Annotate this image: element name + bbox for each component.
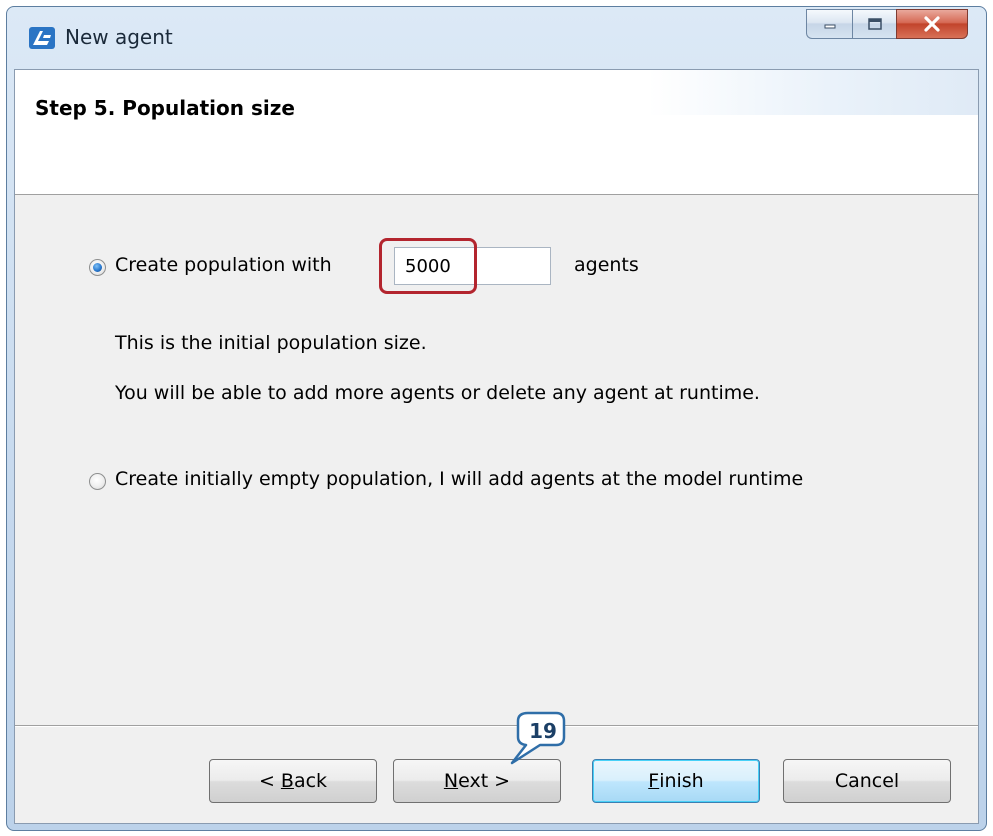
title-bar[interactable]: New agent bbox=[7, 7, 986, 69]
close-button[interactable] bbox=[896, 9, 968, 39]
close-icon bbox=[924, 16, 940, 32]
wizard-header: Step 5. Population size bbox=[15, 70, 978, 195]
create-population-label[interactable]: Create population with bbox=[115, 254, 332, 276]
minimize-icon bbox=[824, 24, 835, 29]
back-button[interactable]: < Back bbox=[209, 759, 377, 803]
next-button[interactable]: Next > bbox=[393, 759, 561, 803]
footer-separator bbox=[15, 725, 978, 727]
anylogic-app-icon bbox=[29, 27, 55, 49]
back-button-mnemonic: B bbox=[280, 770, 294, 792]
empty-population-label[interactable]: Create initially empty population, I wil… bbox=[115, 468, 803, 490]
initial-population-note: This is the initial population size. bbox=[115, 332, 427, 354]
radio-empty-population[interactable] bbox=[89, 473, 106, 490]
agents-suffix-label: agents bbox=[574, 254, 639, 276]
dialog-window: New agent Step 5. Population size Create… bbox=[6, 6, 987, 831]
header-decoration bbox=[648, 70, 978, 115]
finish-button[interactable]: Finish bbox=[592, 759, 760, 803]
finish-button-mnemonic: F bbox=[648, 770, 660, 792]
step-callout-number: 19 bbox=[529, 719, 557, 743]
next-button-rest: ext > bbox=[458, 770, 511, 792]
step-title: Step 5. Population size bbox=[35, 96, 295, 120]
radio-create-population[interactable] bbox=[89, 259, 106, 276]
caption-buttons bbox=[806, 9, 968, 39]
maximize-button[interactable] bbox=[852, 9, 896, 39]
window-title: New agent bbox=[65, 25, 173, 49]
runtime-note: You will be able to add more agents or d… bbox=[115, 382, 760, 404]
back-button-rest: ack bbox=[293, 770, 328, 792]
finish-button-rest: inish bbox=[659, 770, 704, 792]
back-button-prefix: < bbox=[258, 770, 281, 792]
maximize-icon bbox=[867, 18, 882, 30]
dialog-client-area: Step 5. Population size Create populatio… bbox=[14, 69, 979, 824]
cancel-button[interactable]: Cancel bbox=[783, 759, 951, 803]
population-size-input[interactable] bbox=[394, 247, 551, 285]
next-button-mnemonic: N bbox=[443, 770, 459, 792]
minimize-button[interactable] bbox=[806, 9, 852, 39]
